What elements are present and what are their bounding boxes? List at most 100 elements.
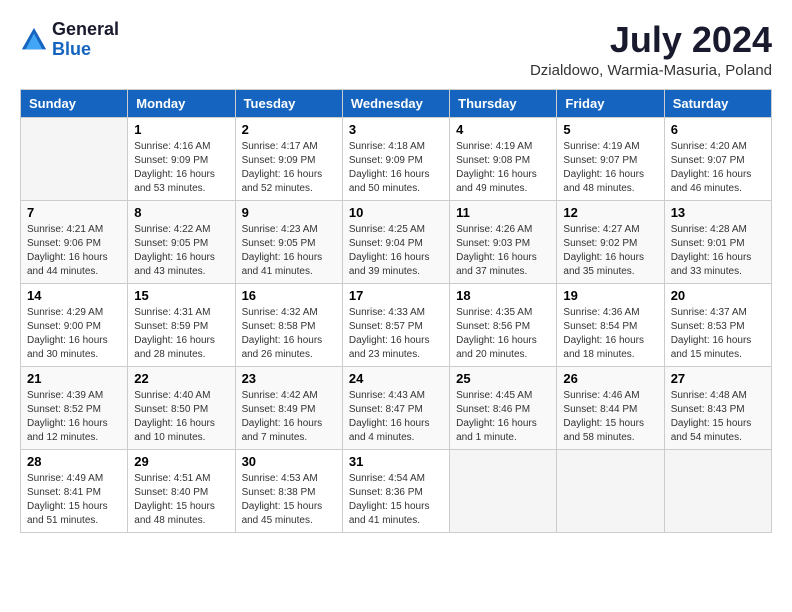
day-info: Sunrise: 4:40 AMSunset: 8:50 PMDaylight:… bbox=[134, 389, 228, 445]
day-number: 20 bbox=[671, 288, 765, 303]
calendar-week-row: 7 Sunrise: 4:21 AMSunset: 9:06 PMDaylight… bbox=[21, 200, 772, 283]
calendar-cell bbox=[557, 449, 664, 532]
calendar-cell: 31 Sunrise: 4:54 AMSunset: 8:36 PMDayligh… bbox=[342, 449, 449, 532]
day-info: Sunrise: 4:39 AMSunset: 8:52 PMDaylight:… bbox=[27, 389, 121, 445]
day-number: 25 bbox=[456, 371, 550, 386]
day-info: Sunrise: 4:17 AMSunset: 9:09 PMDaylight:… bbox=[242, 140, 336, 196]
calendar-day-header: Monday bbox=[128, 89, 235, 117]
calendar-cell: 1 Sunrise: 4:16 AMSunset: 9:09 PMDaylight… bbox=[128, 117, 235, 200]
day-info: Sunrise: 4:20 AMSunset: 9:07 PMDaylight:… bbox=[671, 140, 765, 196]
day-info: Sunrise: 4:53 AMSunset: 8:38 PMDaylight:… bbox=[242, 472, 336, 528]
day-number: 9 bbox=[242, 205, 336, 220]
logo-general: General bbox=[52, 20, 119, 40]
day-number: 16 bbox=[242, 288, 336, 303]
calendar-cell: 15Sunrise: 4:31 AMSunset: 8:59 PMDayligh… bbox=[128, 283, 235, 366]
day-number: 11 bbox=[456, 205, 550, 220]
calendar-cell: 30 Sunrise: 4:53 AMSunset: 8:38 PMDayligh… bbox=[235, 449, 342, 532]
logo: General Blue bbox=[20, 20, 119, 60]
day-number: 3 bbox=[349, 122, 443, 137]
day-info: Sunrise: 4:36 AMSunset: 8:54 PMDaylight:… bbox=[563, 306, 657, 362]
day-number: 24 bbox=[349, 371, 443, 386]
logo-icon bbox=[20, 26, 48, 54]
calendar-cell: 11 Sunrise: 4:26 AMSunset: 9:03 PMDayligh… bbox=[450, 200, 557, 283]
calendar-cell: 9Sunrise: 4:23 AMSunset: 9:05 PMDaylight… bbox=[235, 200, 342, 283]
calendar-cell: 12 Sunrise: 4:27 AMSunset: 9:02 PMDayligh… bbox=[557, 200, 664, 283]
calendar-cell bbox=[450, 449, 557, 532]
calendar-cell: 18 Sunrise: 4:35 AMSunset: 8:56 PMDayligh… bbox=[450, 283, 557, 366]
day-info: Sunrise: 4:49 AMSunset: 8:41 PMDaylight:… bbox=[27, 472, 121, 528]
day-number: 8 bbox=[134, 205, 228, 220]
calendar-cell: 5Sunrise: 4:19 AMSunset: 9:07 PMDaylight… bbox=[557, 117, 664, 200]
day-number: 1 bbox=[134, 122, 228, 137]
calendar-cell bbox=[21, 117, 128, 200]
page-header: General Blue July 2024 Dzialdowo, Warmia… bbox=[20, 20, 772, 79]
calendar-cell: 6 Sunrise: 4:20 AMSunset: 9:07 PMDaylight… bbox=[664, 117, 771, 200]
title-block: July 2024 Dzialdowo, Warmia-Masuria, Pol… bbox=[530, 20, 772, 79]
calendar-cell: 17 Sunrise: 4:33 AMSunset: 8:57 PMDayligh… bbox=[342, 283, 449, 366]
day-info: Sunrise: 4:26 AMSunset: 9:03 PMDaylight:… bbox=[456, 223, 550, 279]
calendar-week-row: 28 Sunrise: 4:49 AMSunset: 8:41 PMDayligh… bbox=[21, 449, 772, 532]
day-info: Sunrise: 4:16 AMSunset: 9:09 PMDaylight:… bbox=[134, 140, 228, 196]
day-info: Sunrise: 4:45 AMSunset: 8:46 PMDaylight:… bbox=[456, 389, 550, 445]
calendar-day-header: Friday bbox=[557, 89, 664, 117]
logo-blue: Blue bbox=[52, 40, 119, 60]
day-info: Sunrise: 4:33 AMSunset: 8:57 PMDaylight:… bbox=[349, 306, 443, 362]
calendar-cell: 28 Sunrise: 4:49 AMSunset: 8:41 PMDayligh… bbox=[21, 449, 128, 532]
calendar-day-header: Sunday bbox=[21, 89, 128, 117]
calendar-cell: 21Sunrise: 4:39 AMSunset: 8:52 PMDayligh… bbox=[21, 366, 128, 449]
location: Dzialdowo, Warmia-Masuria, Poland bbox=[530, 62, 772, 79]
day-number: 27 bbox=[671, 371, 765, 386]
calendar-cell: 19 Sunrise: 4:36 AMSunset: 8:54 PMDayligh… bbox=[557, 283, 664, 366]
month-title: July 2024 bbox=[530, 20, 772, 60]
calendar-cell: 24 Sunrise: 4:43 AMSunset: 8:47 PMDayligh… bbox=[342, 366, 449, 449]
day-info: Sunrise: 4:35 AMSunset: 8:56 PMDaylight:… bbox=[456, 306, 550, 362]
day-info: Sunrise: 4:21 AMSunset: 9:06 PMDaylight:… bbox=[27, 223, 121, 279]
day-info: Sunrise: 4:37 AMSunset: 8:53 PMDaylight:… bbox=[671, 306, 765, 362]
day-info: Sunrise: 4:48 AMSunset: 8:43 PMDaylight:… bbox=[671, 389, 765, 445]
calendar-cell: 2Sunrise: 4:17 AMSunset: 9:09 PMDaylight… bbox=[235, 117, 342, 200]
day-info: Sunrise: 4:43 AMSunset: 8:47 PMDaylight:… bbox=[349, 389, 443, 445]
day-number: 29 bbox=[134, 454, 228, 469]
calendar-week-row: 21Sunrise: 4:39 AMSunset: 8:52 PMDayligh… bbox=[21, 366, 772, 449]
day-info: Sunrise: 4:19 AMSunset: 9:08 PMDaylight:… bbox=[456, 140, 550, 196]
day-info: Sunrise: 4:42 AMSunset: 8:49 PMDaylight:… bbox=[242, 389, 336, 445]
calendar-cell: 20 Sunrise: 4:37 AMSunset: 8:53 PMDayligh… bbox=[664, 283, 771, 366]
day-info: Sunrise: 4:28 AMSunset: 9:01 PMDaylight:… bbox=[671, 223, 765, 279]
day-number: 10 bbox=[349, 205, 443, 220]
calendar-cell: 14 Sunrise: 4:29 AMSunset: 9:00 PMDayligh… bbox=[21, 283, 128, 366]
day-info: Sunrise: 4:27 AMSunset: 9:02 PMDaylight:… bbox=[563, 223, 657, 279]
day-info: Sunrise: 4:22 AMSunset: 9:05 PMDaylight:… bbox=[134, 223, 228, 279]
day-number: 17 bbox=[349, 288, 443, 303]
day-info: Sunrise: 4:29 AMSunset: 9:00 PMDaylight:… bbox=[27, 306, 121, 362]
calendar-week-row: 1 Sunrise: 4:16 AMSunset: 9:09 PMDaylight… bbox=[21, 117, 772, 200]
calendar-table: SundayMondayTuesdayWednesdayThursdayFrid… bbox=[20, 89, 772, 533]
calendar-cell: 29 Sunrise: 4:51 AMSunset: 8:40 PMDayligh… bbox=[128, 449, 235, 532]
day-number: 19 bbox=[563, 288, 657, 303]
day-number: 6 bbox=[671, 122, 765, 137]
day-number: 28 bbox=[27, 454, 121, 469]
day-number: 12 bbox=[563, 205, 657, 220]
calendar-day-header: Thursday bbox=[450, 89, 557, 117]
calendar-cell: 3Sunrise: 4:18 AMSunset: 9:09 PMDaylight… bbox=[342, 117, 449, 200]
day-number: 22 bbox=[134, 371, 228, 386]
calendar-day-header: Wednesday bbox=[342, 89, 449, 117]
calendar-cell: 22 Sunrise: 4:40 AMSunset: 8:50 PMDayligh… bbox=[128, 366, 235, 449]
calendar-day-header: Tuesday bbox=[235, 89, 342, 117]
day-number: 18 bbox=[456, 288, 550, 303]
calendar-cell: 23Sunrise: 4:42 AMSunset: 8:49 PMDayligh… bbox=[235, 366, 342, 449]
day-info: Sunrise: 4:51 AMSunset: 8:40 PMDaylight:… bbox=[134, 472, 228, 528]
calendar-header-row: SundayMondayTuesdayWednesdayThursdayFrid… bbox=[21, 89, 772, 117]
calendar-cell: 13Sunrise: 4:28 AMSunset: 9:01 PMDayligh… bbox=[664, 200, 771, 283]
logo-text: General Blue bbox=[52, 20, 119, 60]
day-number: 30 bbox=[242, 454, 336, 469]
calendar-cell: 7 Sunrise: 4:21 AMSunset: 9:06 PMDaylight… bbox=[21, 200, 128, 283]
day-number: 14 bbox=[27, 288, 121, 303]
day-info: Sunrise: 4:32 AMSunset: 8:58 PMDaylight:… bbox=[242, 306, 336, 362]
day-info: Sunrise: 4:54 AMSunset: 8:36 PMDaylight:… bbox=[349, 472, 443, 528]
calendar-cell: 8 Sunrise: 4:22 AMSunset: 9:05 PMDaylight… bbox=[128, 200, 235, 283]
calendar-cell: 25 Sunrise: 4:45 AMSunset: 8:46 PMDayligh… bbox=[450, 366, 557, 449]
calendar-cell bbox=[664, 449, 771, 532]
day-number: 31 bbox=[349, 454, 443, 469]
day-number: 7 bbox=[27, 205, 121, 220]
day-info: Sunrise: 4:25 AMSunset: 9:04 PMDaylight:… bbox=[349, 223, 443, 279]
